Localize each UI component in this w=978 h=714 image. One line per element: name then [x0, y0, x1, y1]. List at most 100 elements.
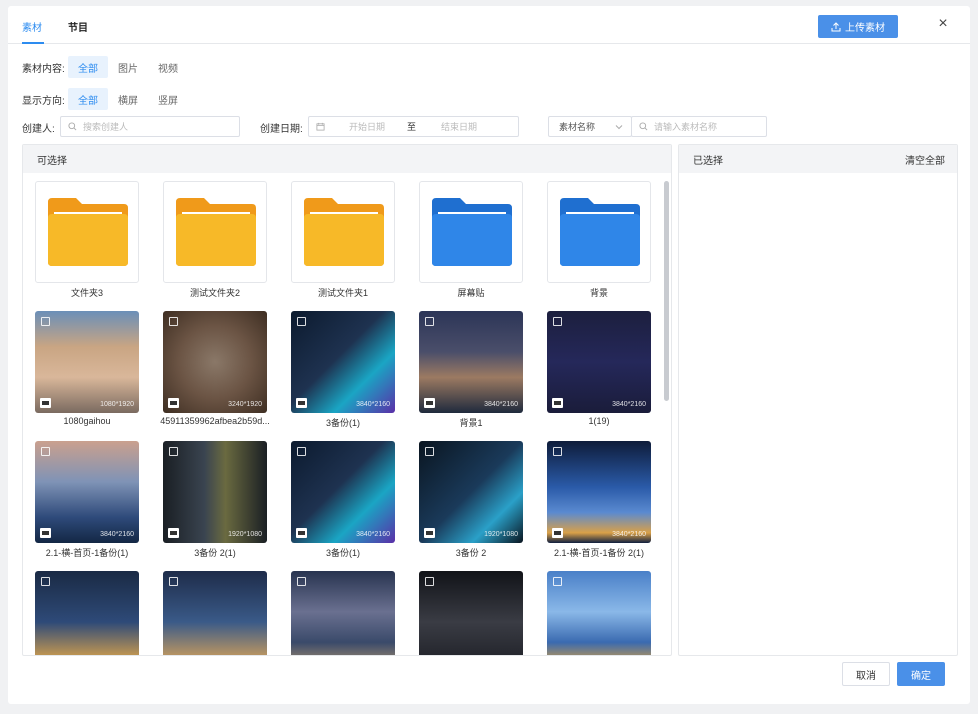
direction-option-portrait[interactable]: 竖屏	[148, 88, 188, 110]
folder-name: 测试文件夹2	[189, 288, 240, 298]
resolution-badge: 3240*1920	[228, 401, 262, 408]
select-checkbox[interactable]	[169, 317, 178, 326]
resolution-badge: 1920*1080	[484, 531, 518, 538]
name-search-input[interactable]: 请输入素材名称	[631, 116, 767, 137]
content-option-video[interactable]: 视频	[148, 56, 188, 78]
media-item[interactable]	[547, 571, 651, 655]
folder-name: 测试文件夹1	[317, 288, 368, 298]
image-type-icon	[296, 528, 307, 538]
folder-item[interactable]: 测试文件夹1	[291, 181, 395, 298]
media-item[interactable]: 3840*2160 2.1-横-首页-1备份(1)	[35, 441, 139, 558]
content-filter-label: 素材内容:	[22, 63, 65, 75]
chevron-down-icon	[615, 124, 623, 129]
date-label: 创建日期:	[260, 124, 303, 135]
select-checkbox[interactable]	[41, 447, 50, 456]
close-icon[interactable]: ×	[936, 16, 950, 32]
media-item[interactable]: 3840*2160 1(19)	[547, 311, 651, 426]
image-type-icon	[552, 398, 563, 408]
name-field-select[interactable]: 素材名称	[548, 116, 632, 137]
media-item[interactable]: 1920*1080 3备份 2(1)	[163, 441, 267, 558]
available-panel: 可选择 文件夹3 测试文件夹2 测试文件夹1 屏幕贴 背景 1080*1920 1080ga…	[22, 144, 672, 656]
media-item[interactable]	[291, 571, 395, 655]
folder-name: 文件夹3	[70, 288, 103, 298]
tab-program[interactable]: 节目	[68, 19, 88, 44]
creator-search-input[interactable]: 搜索创建人	[60, 116, 240, 137]
image-type-icon	[296, 398, 307, 408]
select-checkbox[interactable]	[297, 447, 306, 456]
media-item[interactable]: 1920*1080 3备份 2	[419, 441, 523, 558]
resolution-badge: 3840*2160	[356, 401, 390, 408]
select-checkbox[interactable]	[169, 577, 178, 586]
image-type-icon	[168, 528, 179, 538]
media-item[interactable]	[163, 571, 267, 655]
select-checkbox[interactable]	[425, 577, 434, 586]
select-checkbox[interactable]	[297, 577, 306, 586]
media-name: 2.1-横-首页-1备份 2(1)	[553, 548, 644, 558]
selected-panel-title: 已选择	[693, 155, 723, 167]
selected-panel: 已选择 清空全部	[678, 144, 958, 656]
creator-label: 创建人:	[22, 124, 55, 135]
content-option-all[interactable]: 全部	[68, 56, 108, 78]
direction-option-all[interactable]: 全部	[68, 88, 108, 110]
select-checkbox[interactable]	[41, 577, 50, 586]
image-type-icon	[40, 398, 51, 408]
media-name: 1080gaihou	[63, 416, 111, 426]
media-thumbnail: 3840*2160	[291, 441, 395, 543]
direction-filter: 显示方向: 全部 横屏 竖屏	[22, 88, 188, 110]
resolution-badge: 3840*2160	[612, 401, 646, 408]
media-name: 背景1	[459, 418, 483, 428]
select-checkbox[interactable]	[553, 317, 562, 326]
folder-item[interactable]: 文件夹3	[35, 181, 139, 298]
select-checkbox[interactable]	[297, 317, 306, 326]
folder-icon	[176, 198, 256, 266]
scrollbar[interactable]	[663, 181, 669, 651]
media-item[interactable]: 3840*2160 2.1-横-首页-1备份 2(1)	[547, 441, 651, 558]
resolution-badge: 1080*1920	[100, 401, 134, 408]
media-item[interactable]: 3840*2160 3备份(1)	[291, 441, 395, 558]
available-panel-header: 可选择	[23, 145, 671, 173]
folder-item[interactable]: 背景	[547, 181, 651, 298]
media-thumbnail: 3840*2160	[35, 441, 139, 543]
select-checkbox[interactable]	[425, 317, 434, 326]
select-checkbox[interactable]	[41, 317, 50, 326]
cancel-button[interactable]: 取消	[842, 662, 890, 686]
upload-icon	[831, 21, 841, 31]
media-thumbnail: 3240*1920	[163, 311, 267, 413]
scrollbar-thumb[interactable]	[664, 181, 669, 401]
media-thumbnail: 3840*2160	[547, 441, 651, 543]
select-checkbox[interactable]	[553, 577, 562, 586]
media-item[interactable]: 3840*2160 背景1	[419, 311, 523, 428]
media-thumbnail: 3840*2160	[419, 311, 523, 413]
selected-panel-header: 已选择 清空全部	[679, 145, 957, 173]
folder-thumbnail	[291, 181, 395, 283]
media-item[interactable]	[419, 571, 523, 655]
material-dialog: 素材 节目 上传素材 × 素材内容: 全部 图片 视频 显示方向: 全部 横屏 …	[8, 6, 970, 704]
media-item[interactable]: 3240*1920 45911359962afbea2b59d...	[160, 311, 270, 426]
media-thumbnail: 1920*1080	[163, 441, 267, 543]
content-option-image[interactable]: 图片	[108, 56, 148, 78]
media-item[interactable]: 1080*1920 1080gaihou	[35, 311, 139, 426]
media-item[interactable]	[35, 571, 139, 655]
search-row: 创建人: 搜索创建人 创建日期: 开始日期 至 结束日期 素材名称 请输入素材名…	[22, 116, 767, 137]
folder-name: 屏幕贴	[457, 288, 485, 298]
tab-material[interactable]: 素材	[22, 19, 44, 44]
select-checkbox[interactable]	[553, 447, 562, 456]
confirm-button[interactable]: 确定	[897, 662, 945, 686]
folder-item[interactable]: 测试文件夹2	[163, 181, 267, 298]
image-type-icon	[424, 528, 435, 538]
folder-item[interactable]: 屏幕贴	[419, 181, 523, 298]
name-placeholder: 请输入素材名称	[654, 122, 718, 132]
media-thumbnail	[35, 571, 139, 655]
select-checkbox[interactable]	[425, 447, 434, 456]
media-item[interactable]: 3840*2160 3备份(1)	[291, 311, 395, 428]
direction-option-landscape[interactable]: 横屏	[108, 88, 148, 110]
upload-button[interactable]: 上传素材	[818, 15, 898, 38]
media-thumbnail	[419, 571, 523, 655]
date-range-picker[interactable]: 开始日期 至 结束日期	[308, 116, 519, 137]
folder-icon	[304, 198, 384, 266]
folder-thumbnail	[163, 181, 267, 283]
clear-all-button[interactable]: 清空全部	[905, 152, 945, 167]
media-thumbnail: 1080*1920	[35, 311, 139, 413]
select-checkbox[interactable]	[169, 447, 178, 456]
media-name: 3备份 2(1)	[194, 548, 236, 558]
